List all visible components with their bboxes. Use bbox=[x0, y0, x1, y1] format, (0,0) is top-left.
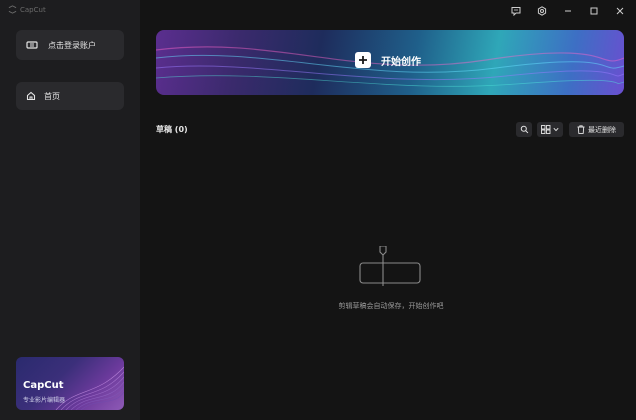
promo-card[interactable]: CapCut 专业影片编辑器 bbox=[16, 357, 124, 410]
recently-deleted-label: 最近删除 bbox=[588, 125, 616, 134]
trash-icon bbox=[577, 125, 585, 134]
plus-icon bbox=[355, 52, 371, 68]
close-icon bbox=[616, 7, 624, 15]
settings-button[interactable] bbox=[536, 5, 548, 17]
drafts-title: 草稿 (0) bbox=[156, 125, 188, 134]
chevron-down-icon bbox=[553, 127, 559, 132]
promo-brand: CapCut bbox=[23, 380, 64, 391]
settings-icon bbox=[537, 6, 547, 16]
login-button[interactable]: 点击登录账户 bbox=[16, 30, 124, 60]
sidebar-item-label: 首页 bbox=[44, 91, 60, 101]
home-icon bbox=[26, 91, 36, 101]
feedback-button[interactable] bbox=[510, 5, 522, 17]
app-title: CapCut bbox=[8, 5, 46, 14]
start-creating-banner[interactable]: 开始创作 bbox=[156, 30, 624, 95]
account-icon bbox=[26, 41, 38, 49]
search-drafts-button[interactable] bbox=[516, 122, 532, 137]
sidebar-item-home[interactable]: 首页 bbox=[16, 82, 124, 110]
sidebar: CapCut 点击登录账户 首页 CapCut 专业影片编辑器 bbox=[0, 0, 140, 420]
grid-view-icon bbox=[541, 125, 551, 134]
empty-drafts-illustration bbox=[359, 246, 421, 286]
capcut-logo-icon bbox=[8, 5, 17, 14]
close-button[interactable] bbox=[614, 5, 626, 17]
view-mode-dropdown[interactable] bbox=[537, 122, 563, 137]
maximize-button[interactable] bbox=[588, 5, 600, 17]
minimize-icon bbox=[565, 10, 571, 12]
empty-drafts-message: 剪辑草稿会自动保存，开始创作吧 bbox=[338, 302, 444, 310]
window-controls bbox=[510, 5, 626, 17]
minimize-button[interactable] bbox=[562, 5, 574, 17]
recently-deleted-button[interactable]: 最近删除 bbox=[569, 122, 624, 137]
app-title-text: CapCut bbox=[20, 5, 46, 14]
maximize-icon bbox=[590, 7, 598, 15]
login-button-label: 点击登录账户 bbox=[48, 40, 96, 50]
promo-tagline: 专业影片编辑器 bbox=[23, 397, 66, 404]
start-creating-label: 开始创作 bbox=[381, 56, 421, 68]
search-icon bbox=[520, 125, 528, 134]
feedback-icon bbox=[511, 7, 521, 16]
start-creating-cta[interactable]: 开始创作 bbox=[355, 52, 421, 68]
